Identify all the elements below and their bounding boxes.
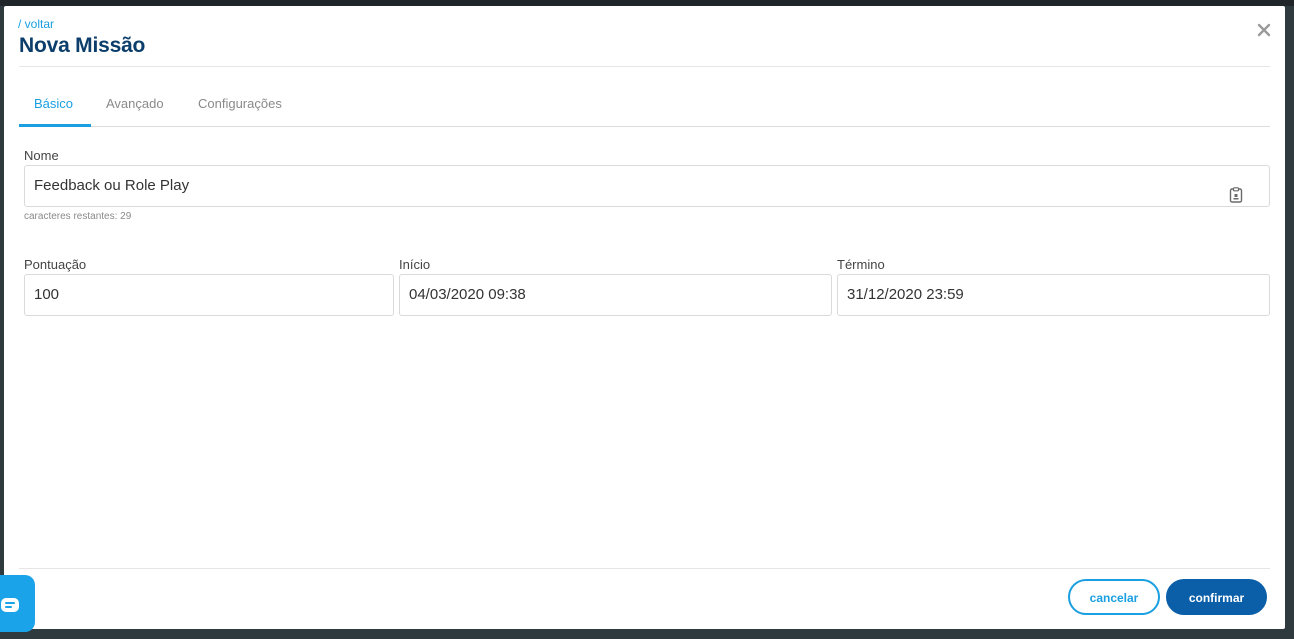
termino-input-value: 31/12/2020 23:59 <box>847 286 964 303</box>
close-icon[interactable] <box>1255 21 1273 39</box>
pontuacao-label: Pontuação <box>24 257 87 272</box>
inicio-label: Início <box>399 257 431 272</box>
inicio-datetime-input[interactable]: 04/03/2020 09:38 <box>399 274 832 316</box>
confirm-button[interactable]: confirmar <box>1166 579 1267 615</box>
pontuacao-input-value: 100 <box>34 286 60 303</box>
nome-input[interactable]: Feedback ou Role Play <box>24 165 1270 207</box>
nome-input-value: Feedback ou Role Play <box>34 177 190 194</box>
inicio-input-value: 04/03/2020 09:38 <box>409 286 526 303</box>
cancel-button[interactable]: cancelar <box>1068 579 1160 615</box>
tab-basico[interactable]: Básico <box>34 96 73 111</box>
new-mission-modal: / voltar Nova Missão Básico Avançado Con… <box>4 6 1285 629</box>
active-tab-indicator <box>19 124 91 127</box>
termino-datetime-input[interactable]: 31/12/2020 23:59 <box>837 274 1270 316</box>
termino-label: Término <box>837 257 885 272</box>
nome-character-counter: caracteres restantes: 29 <box>24 211 132 222</box>
back-link[interactable]: / voltar <box>18 17 54 31</box>
tab-avancado[interactable]: Avançado <box>106 96 164 111</box>
tab-bar: Básico Avançado Configurações <box>19 84 1270 127</box>
tab-configuracoes[interactable]: Configurações <box>198 96 282 111</box>
chat-icon <box>1 598 19 612</box>
clipboard-icon[interactable] <box>1229 179 1243 203</box>
chat-widget-button[interactable] <box>0 575 35 632</box>
footer-divider <box>19 568 1270 569</box>
header-divider <box>19 66 1270 67</box>
nome-label: Nome <box>24 148 59 163</box>
modal-title: Nova Missão <box>19 34 146 57</box>
pontuacao-input[interactable]: 100 <box>24 274 394 316</box>
